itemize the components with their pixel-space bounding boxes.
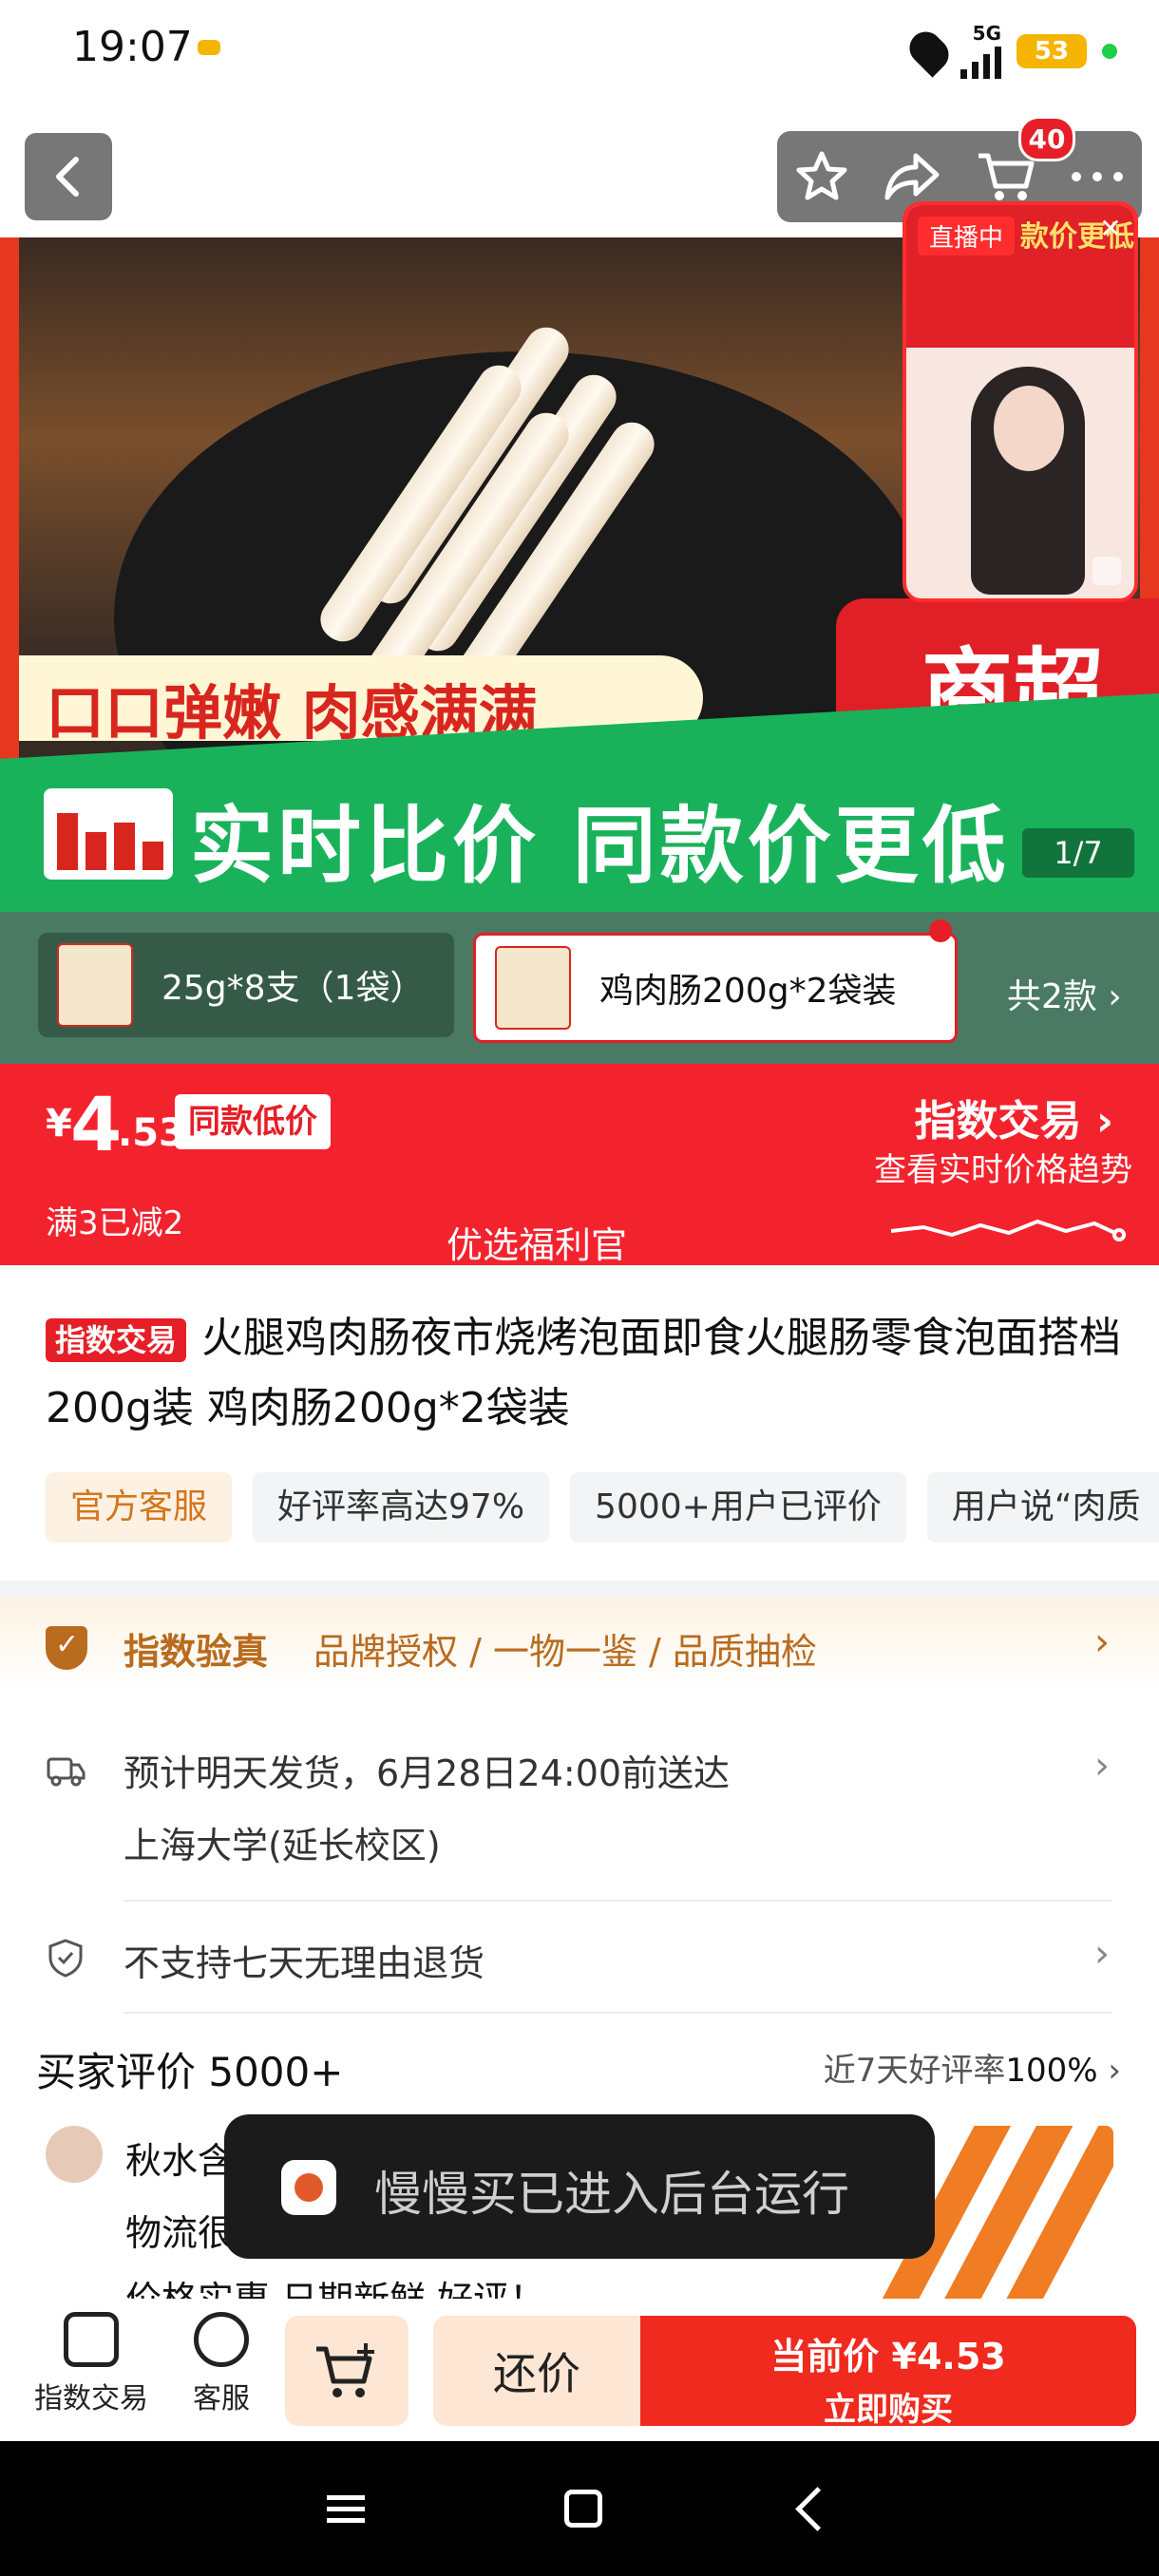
- verify-desc: 品牌授权 / 一物一鉴 / 品质抽检: [314, 1631, 817, 1673]
- add-to-cart-button[interactable]: [285, 2316, 408, 2426]
- truck-icon: [47, 1757, 86, 1787]
- index-trade-tab[interactable]: 指数交易: [34, 2312, 148, 2416]
- price-bar: ¥ 4 .53 同款低价 满3已减2 优选福利官 指数交易 › 查看实时价格趋势: [0, 1064, 1159, 1266]
- avatar: [46, 2126, 103, 2183]
- review-text: 物流很: [125, 2212, 235, 2254]
- index-trade-label: 指数交易: [34, 2382, 148, 2415]
- home-icon[interactable]: [563, 2490, 602, 2528]
- reviews-heading[interactable]: 买家评价 5000+: [36, 2040, 343, 2098]
- smile-icon: [194, 2312, 249, 2367]
- toast: 慢慢买已进入后台运行: [224, 2114, 935, 2259]
- shield-icon: [48, 1939, 83, 1978]
- chip-user-says[interactable]: 用户说“肉质: [926, 1472, 1159, 1543]
- notification-icon: [198, 40, 220, 55]
- trend-line-icon: [890, 1219, 1126, 1241]
- title-tag: 指数交易: [46, 1318, 187, 1362]
- buy-now-label: 立即购买: [824, 2391, 953, 2429]
- welfare-text: 优选福利官: [446, 1224, 628, 1266]
- sku-thumbnail: [495, 946, 571, 1030]
- back-icon[interactable]: [794, 2486, 840, 2531]
- sku-label: 鸡肉肠200g*2袋装: [599, 972, 897, 1011]
- system-nav-bar: [0, 2441, 1159, 2576]
- divider: [124, 2012, 1112, 2014]
- product-title: 指数交易 火腿鸡肉肠夜市烧烤泡面即食火腿肠零食泡面搭档200g装 鸡肉肠200g*…: [46, 1303, 1129, 1444]
- delivery-address: 上海大学(延长校区): [124, 1825, 441, 1866]
- chip-official-service[interactable]: 官方客服: [46, 1472, 233, 1543]
- live-stream-window[interactable]: 直播中 款价更低 ✕: [902, 201, 1138, 602]
- bottom-action-bar: 指数交易 客服 还价 当前价 ¥4.53 立即购买: [0, 2299, 1159, 2441]
- promo-text: 满3已减2: [46, 1204, 184, 1242]
- app-icon: [281, 2160, 336, 2215]
- toast-message: 慢慢买已进入后台运行: [374, 2167, 849, 2222]
- status-bar: 19:07 5G 53: [0, 0, 1159, 104]
- chevron-right-icon: ›: [1094, 1744, 1110, 1788]
- sku-thumbnail: [57, 943, 133, 1027]
- product-title-text: 火腿鸡肉肠夜市烧烤泡面即食火腿肠零食泡面搭档200g装 鸡肉肠200g*2袋装: [46, 1314, 1122, 1432]
- chevron-right-icon: ›: [1094, 1620, 1110, 1664]
- more-icon[interactable]: [1069, 167, 1126, 186]
- index-logo-icon: [44, 788, 173, 880]
- delivery-estimate: 预计明天发货，6月28日24:00前送达: [124, 1752, 731, 1794]
- menu-icon[interactable]: [326, 2489, 365, 2529]
- sku-more-link[interactable]: 共2款 ›: [1007, 969, 1122, 1018]
- sku-option[interactable]: 25g*8支（1袋）: [38, 933, 454, 1037]
- feature-chips: 官方客服 好评率高达97% 5000+用户已评价 用户说“肉质: [46, 1472, 1159, 1543]
- price-trend-link[interactable]: 查看实时价格趋势: [874, 1144, 1132, 1190]
- chip-review-count[interactable]: 5000+用户已评价: [570, 1472, 906, 1543]
- network-label: 5G: [972, 22, 1001, 45]
- privacy-indicator: [1102, 44, 1117, 59]
- buy-now-button[interactable]: 当前价 ¥4.53 立即购买: [640, 2316, 1136, 2429]
- return-policy-row[interactable]: 不支持七天无理由退货 ›: [0, 1909, 1159, 2004]
- price-integer: 4: [70, 1083, 123, 1168]
- status-right: 5G 53: [902, 23, 1117, 80]
- location-icon: [902, 25, 956, 78]
- cart-count-badge: 40: [1018, 116, 1075, 161]
- streamer-face: [994, 386, 1064, 471]
- live-tag: 直播中: [918, 217, 1016, 256]
- status-time: 19:07: [72, 23, 193, 71]
- star-icon[interactable]: [793, 148, 850, 205]
- index-trade-link[interactable]: 指数交易 ›: [915, 1087, 1113, 1147]
- page-indicator: 1/7: [1022, 828, 1134, 878]
- sku-option-selected[interactable]: 鸡肉肠200g*2袋装: [473, 933, 958, 1043]
- service-label: 客服: [193, 2382, 250, 2415]
- back-button[interactable]: [25, 133, 112, 220]
- share-icon[interactable]: [882, 150, 942, 203]
- currency-symbol: ¥: [46, 1102, 72, 1146]
- index-trade-icon: [64, 2312, 119, 2367]
- cart-plus-icon: [316, 2343, 374, 2397]
- sku-new-dot: [929, 919, 952, 942]
- sku-label: 25g*8支（1袋）: [162, 969, 425, 1008]
- service-tab[interactable]: 客服: [179, 2312, 264, 2416]
- delivery-row[interactable]: 预计明天发货，6月28日24:00前送达 上海大学(延长校区) ›: [0, 1710, 1159, 1881]
- sku-selector: 25g*8支（1袋） 鸡肉肠200g*2袋装 共2款 ›: [0, 912, 1159, 1064]
- verify-name: 指数验真: [124, 1631, 269, 1673]
- bargain-button[interactable]: 还价: [433, 2316, 640, 2426]
- banner-text: 实时比价 同款价更低: [190, 797, 1010, 895]
- close-icon[interactable]: ✕: [1096, 215, 1125, 243]
- reviews-rate-value: 100%: [1005, 2052, 1098, 2090]
- section-separator: [0, 1581, 1159, 1598]
- signal-icon: [960, 43, 1001, 79]
- battery-icon: 53: [1016, 34, 1087, 68]
- signal-group: 5G: [960, 24, 1001, 79]
- return-policy-text: 不支持七天无理由退货: [124, 1942, 485, 1984]
- reviews-rate-label: 近7天好评率: [823, 2052, 1006, 2090]
- shield-check-icon: [46, 1626, 87, 1670]
- reviewer-name: 秋水含: [125, 2140, 235, 2182]
- mute-icon[interactable]: [1092, 557, 1121, 585]
- chip-rating[interactable]: 好评率高达97%: [253, 1472, 550, 1543]
- chevron-right-icon: ›: [1094, 1932, 1110, 1976]
- low-price-tag: 同款低价: [175, 1094, 331, 1149]
- authenticity-row[interactable]: 指数验真 品牌授权 / 一物一鉴 / 品质抽检 ›: [0, 1598, 1159, 1693]
- divider: [124, 1900, 1112, 1902]
- chevron-left-icon: [56, 157, 79, 197]
- buy-price-label: 当前价 ¥4.53: [770, 2336, 1006, 2377]
- reviews-rate[interactable]: 近7天好评率100% ›: [824, 2044, 1121, 2091]
